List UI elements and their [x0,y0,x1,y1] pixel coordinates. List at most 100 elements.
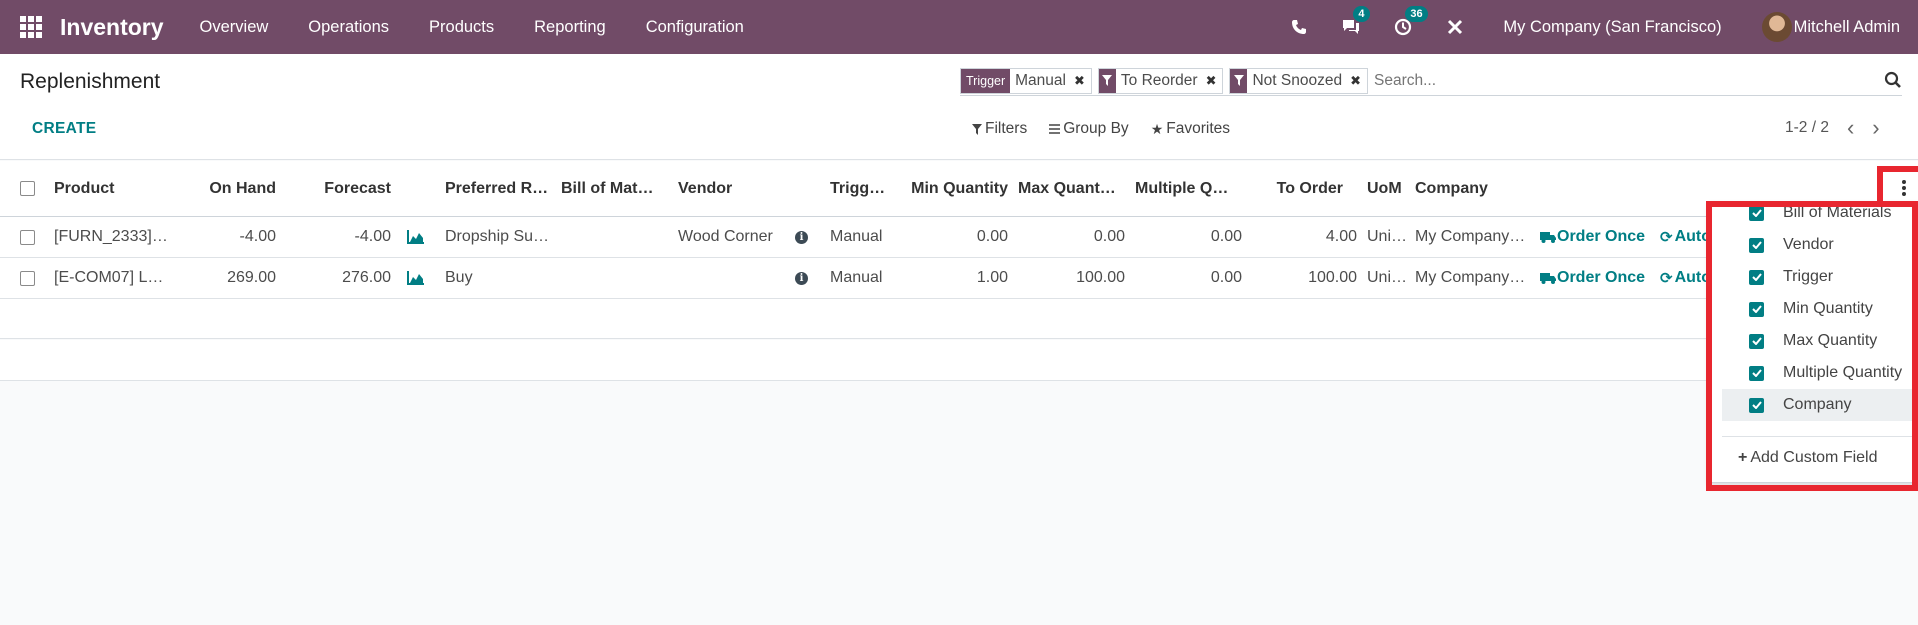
cell-min-quantity: 1.00 [976,269,1008,286]
activity-clock-icon[interactable]: 36 [1391,6,1428,39]
select-all-checkbox[interactable] [20,181,35,196]
cell-vendor [678,258,798,298]
cell-max-quantity: 0.00 [1093,228,1125,245]
star-icon: ★ [1150,120,1164,137]
cell-to-order: 4.00 [1325,228,1357,245]
table-row[interactable]: [E-COM07] L… 269.00 276.00 Buy i Manual … [0,258,1918,299]
create-button[interactable]: CREATE [32,120,96,138]
avatar [1761,12,1792,42]
cell-preferred-route: Dropship Su… [445,228,550,245]
menu-products[interactable]: Products [409,18,514,37]
col-on-hand[interactable]: On Hand [196,161,276,216]
filters-button[interactable]: Filters [972,120,1027,138]
cell-product[interactable]: [FURN_2333]… [54,217,194,257]
facet-value: Not Snoozed ✖ [1247,69,1367,93]
automate-button[interactable]: ⟳ Auto [1660,269,1710,287]
highlight-frame [1706,201,1918,491]
cell-on-hand: -4.00 [239,228,276,245]
refresh-icon: ⟳ [1660,270,1673,287]
chat-icon[interactable]: 4 [1339,6,1370,39]
order-once-label: Order Once [1557,228,1646,245]
row-select-cell [20,217,40,257]
facet-label: Trigger [961,68,1011,93]
menu-reporting[interactable]: Reporting [514,18,626,37]
app-brand[interactable]: Inventory [60,14,164,41]
automate-label: Auto [1674,269,1710,286]
col-min-quantity[interactable]: Min Quantity [900,161,1008,216]
cell-preferred-route: Buy [445,269,473,286]
app-menu-icon[interactable] [20,16,42,38]
facet-value-text: To Reorder [1120,71,1198,89]
user-name: Mitchell Admin [1793,17,1900,36]
col-max-quantity[interactable]: Max Quant… [1018,161,1128,216]
company-switcher[interactable]: My Company (San Francisco) [1503,18,1721,37]
pager-value[interactable]: 1-2 / 2 [1785,119,1829,137]
remove-facet-icon[interactable]: ✖ [1206,73,1217,89]
row-checkbox[interactable] [20,229,35,245]
main-menu: Overview Operations Products Reporting C… [180,18,764,37]
col-uom[interactable]: UoM [1367,161,1407,216]
cell-forecast: -4.00 [354,228,391,245]
order-once-button[interactable]: Order Once [1540,269,1645,287]
cell-trigger: Manual [830,269,883,286]
menu-configuration[interactable]: Configuration [626,18,764,37]
col-to-order[interactable]: To Order [1250,161,1343,216]
menu-overview[interactable]: Overview [180,18,289,37]
col-trigger[interactable]: Trigg… [830,161,895,216]
group-by-label: Group By [1063,120,1129,137]
automate-cell: ⟳ Auto [1660,258,1710,298]
truck-icon [1540,273,1556,284]
row-checkbox[interactable] [20,270,35,286]
facet-value-text: Not Snoozed [1252,71,1343,89]
automate-button[interactable]: ⟳ Auto [1660,228,1710,246]
cell-max-quantity: 100.00 [1076,269,1125,286]
table-row[interactable]: [FURN_2333]… -4.00 -4.00 Dropship Su… Wo… [0,217,1918,258]
cell-forecast: 276.00 [342,269,391,286]
info-icon[interactable]: i [795,230,808,244]
table-header: Product On Hand Forecast Preferred R… Bi… [0,161,1918,217]
cell-product[interactable]: [E-COM07] L… [54,258,194,298]
debug-tools-icon[interactable] [1443,15,1467,39]
order-once-button[interactable]: Order Once [1540,228,1645,246]
phone-icon[interactable] [1287,15,1311,39]
forecast-graph-cell [407,258,427,298]
chevron-right-icon[interactable]: › [1872,117,1879,139]
remove-facet-icon[interactable]: ✖ [1350,73,1361,89]
favorites-button[interactable]: ★ Favorites [1151,120,1230,138]
cell-bill-of-materials [561,258,671,298]
col-multiple-quantity[interactable]: Multiple Q… [1135,161,1245,216]
search-icon[interactable] [1884,71,1902,89]
search-bar: Trigger Manual ✖ To Reorder ✖ Not Snooze… [960,66,1902,96]
remove-facet-icon[interactable]: ✖ [1074,73,1085,89]
group-by-button[interactable]: Group By [1049,120,1129,138]
refresh-icon: ⟳ [1660,229,1673,246]
col-vendor[interactable]: Vendor [678,161,798,216]
filter-icon [1098,68,1116,93]
forecast-graph-cell [407,217,427,257]
search-input[interactable] [1374,67,1902,94]
vendor-info-cell: i [795,217,809,257]
area-chart-icon[interactable] [407,230,425,244]
cell-trigger: Manual [830,228,883,245]
col-product[interactable]: Product [54,161,194,216]
cell-multiple-quantity: 0.00 [1210,269,1242,286]
facet-trigger: Trigger Manual ✖ [960,67,1092,94]
cell-on-hand: 269.00 [227,269,276,286]
col-forecast[interactable]: Forecast [290,161,391,216]
control-panel: Replenishment Trigger Manual ✖ To Reorde… [0,54,1918,160]
info-icon[interactable]: i [795,271,808,285]
col-bill-of-materials[interactable]: Bill of Mat… [561,161,671,216]
automate-label: Auto [1674,228,1710,245]
cell-vendor: Wood Corner [678,228,773,245]
select-all-cell [20,161,40,216]
facet-value-text: Manual [1015,71,1066,89]
chevron-left-icon[interactable]: ‹ [1847,117,1854,139]
user-menu[interactable]: Mitchell Admin [1761,12,1900,42]
row-select-cell [20,258,40,298]
area-chart-icon[interactable] [407,271,425,285]
col-company[interactable]: Company [1415,161,1525,216]
facet-value: To Reorder ✖ [1116,69,1223,93]
menu-operations[interactable]: Operations [288,18,409,37]
col-preferred-route[interactable]: Preferred R… [445,161,555,216]
navbar-systray: 4 36 My Company (San Francisco) Mitchell… [1273,0,1918,54]
